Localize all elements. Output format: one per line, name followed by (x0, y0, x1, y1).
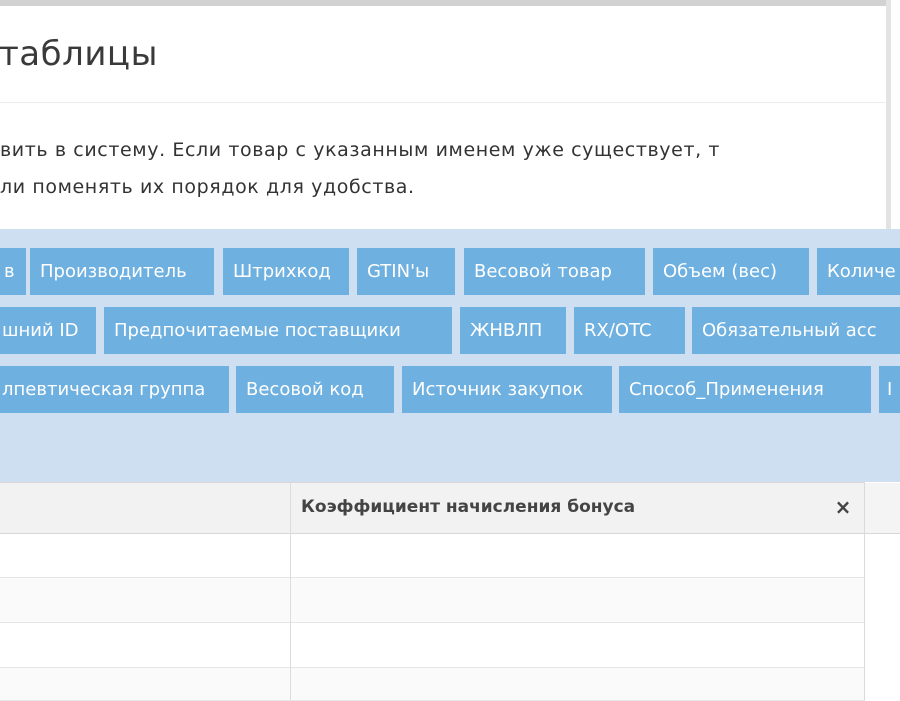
column-chip-quantity[interactable]: Количе (817, 248, 900, 295)
page-header: таблицы (0, 6, 886, 103)
table-row (0, 533, 865, 578)
column-divider (290, 482, 291, 700)
column-chip[interactable]: I (879, 366, 900, 413)
import-description: вить в систему. Если товар с указанным и… (0, 132, 900, 206)
page-title: таблицы (0, 34, 158, 74)
column-chips-panel: в Производитель Штрихкод GTIN'ы Весовой … (0, 229, 900, 482)
table-row (0, 578, 865, 623)
table-row (0, 668, 865, 701)
column-chip-application-method[interactable]: Способ_Применения (619, 366, 871, 413)
remove-column-icon[interactable]: × (832, 494, 854, 520)
column-chip-external-id[interactable]: шний ID (0, 307, 96, 354)
column-chip-manufacturer[interactable]: Производитель (30, 248, 214, 295)
column-chip-barcode[interactable]: Штрихкод (223, 248, 349, 295)
column-chip-therapeutic-group[interactable]: лпевтическая группа (0, 366, 229, 413)
column-chip-gtin[interactable]: GTIN'ы (357, 248, 455, 295)
column-chip-volume[interactable]: Объем (вес) (653, 248, 809, 295)
table-row (0, 623, 865, 668)
description-line-1: вить в систему. Если товар с указанным и… (0, 139, 721, 161)
column-chip-purchase-source[interactable]: Источник закупок (402, 366, 612, 413)
column-chip[interactable]: в (0, 248, 26, 295)
column-chip-preferred-suppliers[interactable]: Предпочитаемые поставщики (104, 307, 452, 354)
import-preview-table: Коэффициент начисления бонуса × (0, 482, 865, 701)
column-chip-zhnvlp[interactable]: ЖНВЛП (460, 307, 566, 354)
column-chip-weight-product[interactable]: Весовой товар (464, 248, 645, 295)
table-header: Коэффициент начисления бонуса × (0, 482, 865, 534)
table-side-strip-header (865, 483, 900, 534)
column-chip-required-assortment[interactable]: Обязательный асс (692, 307, 900, 354)
description-line-2: ли поменять их порядок для удобства. (0, 176, 415, 198)
column-chip-rx-otc[interactable]: RX/OTC (574, 307, 685, 354)
column-chip-weight-code[interactable]: Весовой код (236, 366, 394, 413)
column-header-bonus-coefficient: Коэффициент начисления бонуса (301, 497, 636, 517)
